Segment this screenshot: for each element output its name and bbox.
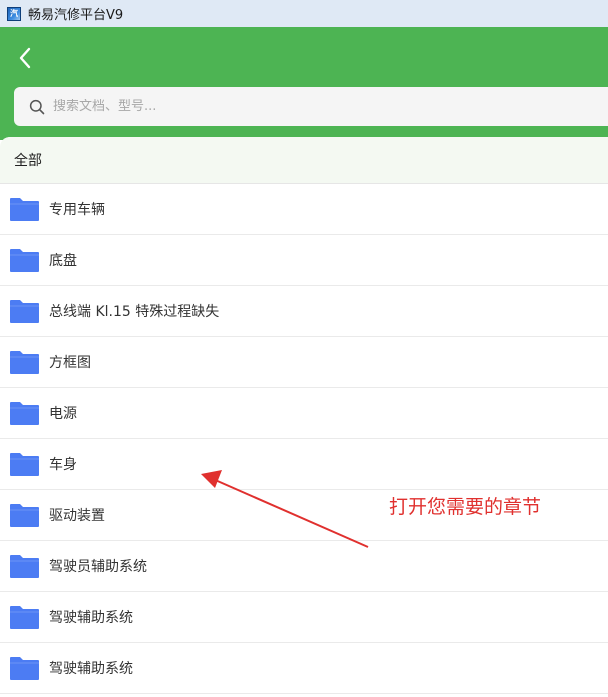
- list-item[interactable]: 专用车辆: [0, 184, 608, 235]
- folder-icon: [10, 452, 39, 476]
- list-item-label: 车身: [49, 457, 77, 473]
- list-item[interactable]: 底盘: [0, 235, 608, 286]
- folder-icon: [10, 554, 39, 578]
- list-item-label: 驱动装置: [49, 508, 105, 524]
- list-item-label: 电源: [49, 406, 77, 422]
- category-all-label: 全部: [14, 153, 42, 169]
- folder-list: 专用车辆 底盘 总线端 Kl.15 特殊过程缺失 方框图 电源 车身 驱动装置: [0, 184, 608, 694]
- list-item-label: 专用车辆: [49, 202, 105, 218]
- folder-icon: [10, 605, 39, 629]
- category-all[interactable]: 全部: [0, 137, 608, 184]
- window-titlebar: 汽 畅易汽修平台V9: [0, 0, 608, 27]
- chevron-left-icon: [19, 47, 31, 69]
- list-item[interactable]: 方框图: [0, 337, 608, 388]
- search-icon: [29, 99, 45, 114]
- list-item[interactable]: 驾驶员辅助系统: [0, 541, 608, 592]
- list-item-label: 总线端 Kl.15 特殊过程缺失: [49, 304, 220, 320]
- annotation-text: 打开您需要的章节: [389, 496, 542, 518]
- list-item-label: 驾驶辅助系统: [49, 661, 133, 677]
- list-item[interactable]: 电源: [0, 388, 608, 439]
- folder-icon: [10, 503, 39, 527]
- list-item[interactable]: 驾驶辅助系统: [0, 643, 608, 694]
- folder-icon: [10, 656, 39, 680]
- list-item[interactable]: 驾驶辅助系统: [0, 592, 608, 643]
- back-button[interactable]: [12, 43, 38, 73]
- folder-panel: 全部 专用车辆 底盘 总线端 Kl.15 特殊过程缺失 方框图 电源 车身 驱动…: [0, 137, 608, 697]
- search-box[interactable]: [14, 87, 608, 126]
- list-item[interactable]: 车身: [0, 439, 608, 490]
- folder-icon: [10, 401, 39, 425]
- list-item-label: 驾驶辅助系统: [49, 610, 133, 626]
- list-item-label: 底盘: [49, 253, 77, 269]
- folder-icon: [10, 299, 39, 323]
- list-item[interactable]: 总线端 Kl.15 特殊过程缺失: [0, 286, 608, 337]
- list-item-label: 驾驶员辅助系统: [49, 559, 147, 575]
- folder-icon: [10, 350, 39, 374]
- list-item-label: 方框图: [49, 355, 91, 371]
- app-header: [0, 27, 608, 140]
- folder-icon: [10, 248, 39, 272]
- search-input[interactable]: [53, 99, 573, 114]
- folder-icon: [10, 197, 39, 221]
- app-logo-icon: 汽: [7, 6, 21, 21]
- window-title: 畅易汽修平台V9: [28, 8, 124, 23]
